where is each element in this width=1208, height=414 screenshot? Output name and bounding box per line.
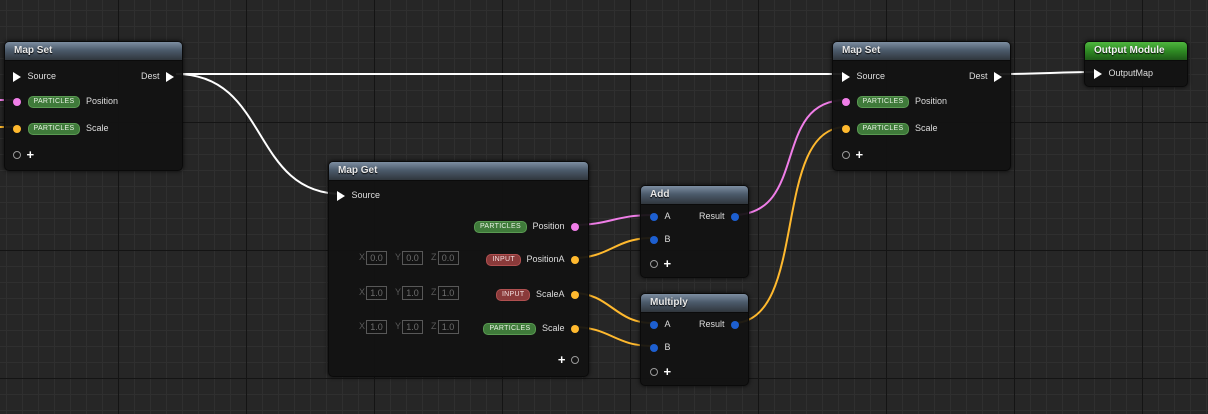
x-value-field[interactable]: 1.0	[366, 286, 388, 300]
add-pin-plus-icon[interactable]: +	[558, 353, 566, 366]
exec-pin-icon[interactable]	[13, 71, 21, 82]
add-pin-plus-icon[interactable]: +	[664, 257, 672, 270]
node-title[interactable]: Map Set	[833, 42, 1010, 61]
add-node[interactable]: Add A Result B +	[640, 185, 749, 278]
exec-pin-icon[interactable]	[994, 71, 1002, 82]
add-pin-circle-icon[interactable]	[842, 150, 850, 159]
scalea-pin-icon[interactable]	[571, 290, 579, 299]
node-title[interactable]: Add	[641, 186, 748, 205]
exec-pin-icon[interactable]	[842, 71, 850, 82]
add-pin-circle-icon[interactable]	[650, 259, 658, 268]
z-value-field[interactable]: 1.0	[437, 320, 459, 334]
add-pin-circle-icon[interactable]	[13, 150, 21, 159]
scale-vector-fields: X 1.0 Y 1.0 Z 1.0	[359, 320, 459, 334]
positiona-pin-label: PositionA	[526, 254, 565, 264]
result-pin-label: Result	[698, 319, 725, 329]
scale-pin-label: Scale	[915, 123, 938, 133]
add-pin-circle-icon[interactable]	[571, 355, 579, 364]
multiply-node[interactable]: Multiply A Result B +	[640, 293, 749, 386]
positiona-vector-fields: X 0.0 Y 0.0 Z 0.0	[359, 251, 459, 265]
position-pin-icon[interactable]	[571, 222, 579, 231]
scale-pin-icon[interactable]	[13, 124, 21, 133]
add-pin-plus-icon[interactable]: +	[27, 148, 35, 161]
a-pin-label: A	[664, 319, 671, 329]
scale-pin-icon[interactable]	[571, 324, 579, 333]
y-value-field[interactable]: 1.0	[402, 320, 424, 334]
source-pin-label: Source	[856, 71, 886, 81]
add-pin-plus-icon[interactable]: +	[664, 365, 672, 378]
x-value-field[interactable]: 1.0	[366, 320, 388, 334]
b-pin-label: B	[664, 234, 671, 244]
outputmap-pin-label: OutputMap	[1108, 68, 1154, 78]
a-pin-icon[interactable]	[650, 320, 658, 329]
dest-pin-label: Dest	[968, 71, 988, 81]
z-axis-label: Z	[431, 252, 437, 263]
y-axis-label: Y	[395, 287, 402, 298]
position-pin-label: Position	[915, 96, 948, 106]
scale-pin-icon[interactable]	[842, 124, 850, 133]
output-module-node[interactable]: Output Module OutputMap	[1084, 41, 1188, 87]
x-axis-label: X	[359, 287, 366, 298]
y-axis-label: Y	[395, 252, 402, 263]
x-value-field[interactable]: 0.0	[366, 251, 388, 265]
y-value-field[interactable]: 0.0	[402, 251, 424, 265]
exec-pin-icon[interactable]	[166, 71, 174, 82]
source-pin-label: Source	[27, 71, 57, 81]
node-title[interactable]: Multiply	[641, 294, 748, 313]
source-pin-label: Source	[351, 190, 381, 200]
z-value-field[interactable]: 0.0	[437, 251, 459, 265]
z-axis-label: Z	[431, 321, 437, 332]
a-pin-label: A	[664, 211, 671, 221]
position-pin-icon[interactable]	[13, 97, 21, 106]
map-set-node-right[interactable]: Map Set Source Dest PARTICLES Position P…	[832, 41, 1011, 171]
map-set-node-left[interactable]: Map Set Source Dest PARTICLES Position P…	[4, 41, 183, 171]
position-pin-label: Position	[86, 96, 119, 106]
scalea-pin-label: ScaleA	[535, 289, 565, 299]
particles-badge: PARTICLES	[856, 95, 910, 108]
x-axis-label: X	[359, 252, 366, 263]
exec-pin-icon[interactable]	[337, 190, 345, 201]
map-get-node[interactable]: Map Get Source PARTICLES Position X 0.0 Y 0…	[328, 161, 589, 377]
add-pin-plus-icon[interactable]: +	[856, 148, 864, 161]
scale-pin-label: Scale	[86, 123, 109, 133]
particles-badge: PARTICLES	[473, 220, 527, 233]
add-pin-circle-icon[interactable]	[650, 367, 658, 376]
exec-wire-mapset-to-mapget	[175, 73, 343, 195]
position-pin-label: Position	[532, 221, 565, 231]
position-pin-icon[interactable]	[842, 97, 850, 106]
dest-pin-label: Dest	[140, 71, 160, 81]
y-value-field[interactable]: 1.0	[402, 286, 424, 300]
a-pin-icon[interactable]	[650, 212, 658, 221]
particles-badge: PARTICLES	[483, 322, 537, 335]
input-badge: INPUT	[486, 253, 521, 266]
z-axis-label: Z	[431, 287, 437, 298]
add-result-wire	[732, 99, 847, 216]
b-pin-label: B	[664, 342, 671, 352]
input-badge: INPUT	[495, 288, 531, 301]
exec-pin-icon[interactable]	[1094, 68, 1102, 79]
particles-badge: PARTICLES	[27, 122, 81, 135]
node-title[interactable]: Map Get	[329, 162, 588, 181]
particles-badge: PARTICLES	[856, 122, 910, 135]
x-axis-label: X	[359, 321, 366, 332]
y-axis-label: Y	[395, 321, 402, 332]
scale-pin-label: Scale	[541, 323, 565, 333]
z-value-field[interactable]: 1.0	[437, 286, 459, 300]
node-title[interactable]: Map Set	[5, 42, 182, 61]
result-pin-icon[interactable]	[731, 320, 739, 329]
scalea-vector-fields: X 1.0 Y 1.0 Z 1.0	[359, 286, 459, 300]
b-pin-icon[interactable]	[650, 343, 658, 352]
b-pin-icon[interactable]	[650, 235, 658, 244]
node-title[interactable]: Output Module	[1085, 42, 1187, 61]
result-pin-icon[interactable]	[731, 212, 739, 221]
result-pin-label: Result	[698, 211, 725, 221]
particles-badge: PARTICLES	[27, 95, 81, 108]
positiona-pin-icon[interactable]	[571, 255, 579, 264]
